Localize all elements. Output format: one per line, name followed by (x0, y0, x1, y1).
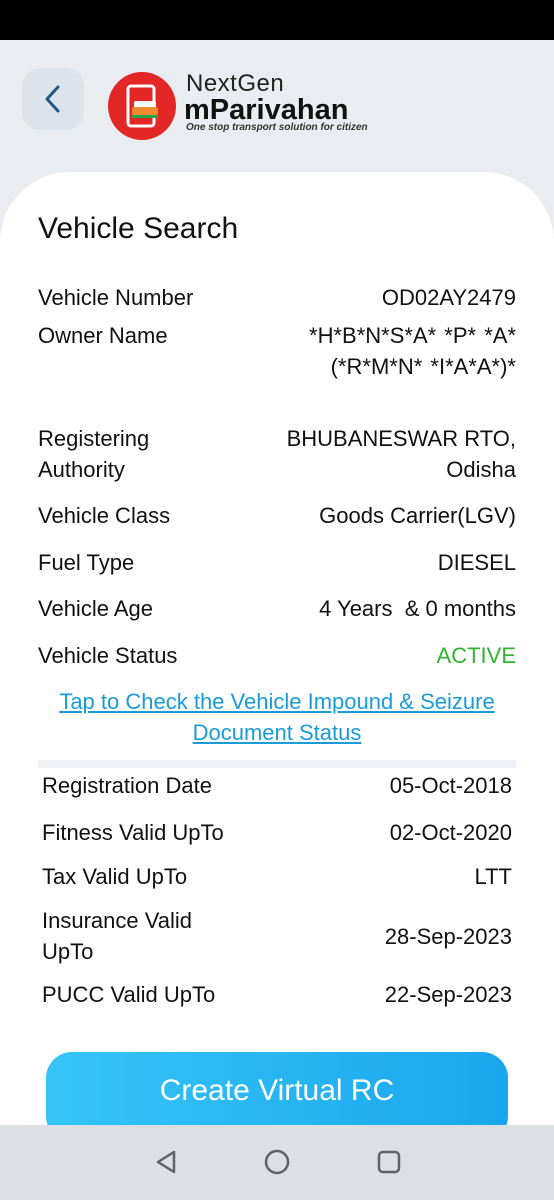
registering-authority-value: BHUBANESWAR RTO, Odisha (286, 426, 516, 482)
back-button[interactable] (22, 68, 84, 130)
vehicle-class-label: Vehicle Class (38, 503, 171, 528)
vehicle-status-value: ACTIVE (436, 643, 516, 668)
status-bar (0, 0, 554, 40)
vehicle-number-value: OD02AY2479 (381, 285, 516, 310)
vehicle-class-value: Goods Carrier(LGV) (319, 503, 516, 528)
registration-date-value: 05-Oct-2018 (389, 773, 512, 798)
nav-recents-button[interactable] (374, 1147, 404, 1177)
owner-name-value: *H*B*N*S*A* *P* *A*(*R*M*N* *I*A*A*)* (309, 323, 516, 379)
vehicle-age-label: Vehicle Age (38, 596, 153, 621)
app-logo (108, 72, 176, 140)
registration-date-label: Registration Date (42, 773, 212, 798)
vehicle-number-label: Vehicle Number (38, 285, 194, 310)
section-divider (38, 760, 516, 768)
system-nav-bar (0, 1125, 554, 1200)
insurance-valid-label: Insurance Valid UpTo (42, 908, 193, 964)
owner-name-label: Owner Name (38, 323, 168, 348)
chevron-left-icon (45, 85, 60, 113)
vehicle-card: Vehicle Search Vehicle Number OD02AY2479… (0, 172, 554, 1132)
home-circle-icon (264, 1149, 290, 1175)
fitness-valid-value: 02-Oct-2020 (389, 820, 512, 845)
car-document-icon (126, 84, 158, 128)
back-triangle-icon (156, 1150, 176, 1174)
insurance-valid-value: 28-Sep-2023 (384, 924, 512, 949)
nav-home-button[interactable] (262, 1147, 292, 1177)
pucc-valid-label: PUCC Valid UpTo (42, 982, 216, 1007)
nav-back-button[interactable] (151, 1147, 181, 1177)
tax-valid-label: Tax Valid UpTo (42, 864, 188, 889)
vehicle-status-label: Vehicle Status (38, 643, 178, 668)
brand-tagline: One stop transport solution for citizen (186, 122, 368, 133)
pucc-valid-value: 22-Sep-2023 (384, 982, 512, 1007)
tax-valid-value: LTT (474, 864, 512, 889)
impound-status-link[interactable]: Tap to Check the Vehicle Impound & Seizu… (38, 686, 516, 748)
fuel-type-label: Fuel Type (38, 550, 135, 575)
create-virtual-rc-button[interactable]: Create Virtual RC (46, 1052, 508, 1132)
app-header: NextGen mParivahan One stop transport so… (0, 40, 554, 190)
page-title: Vehicle Search (38, 212, 239, 245)
registering-authority-label: Registering Authority (38, 426, 150, 482)
vehicle-age-value: 4 Years & 0 months (319, 596, 516, 621)
recents-square-icon (377, 1150, 401, 1174)
fuel-type-value: DIESEL (437, 550, 516, 575)
fitness-valid-label: Fitness Valid UpTo (42, 820, 224, 845)
